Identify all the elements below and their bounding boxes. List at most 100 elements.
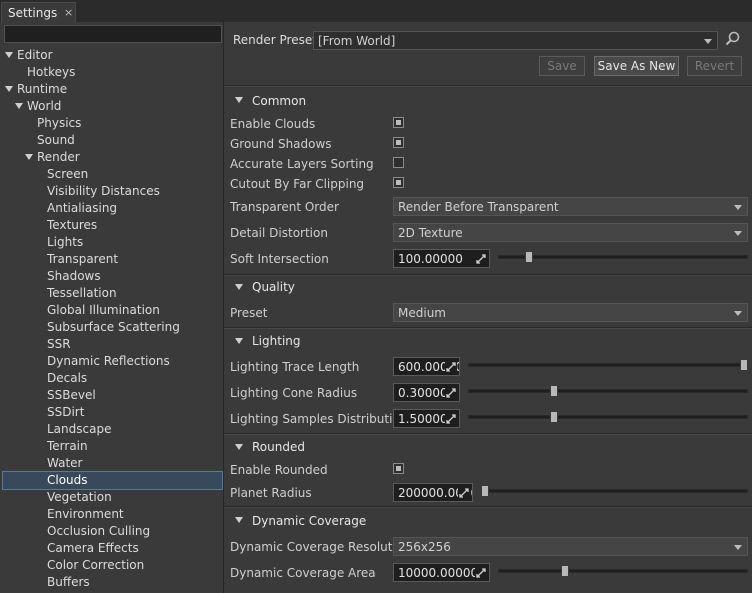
detail-distortion-combo[interactable]: 2D Texture — [393, 223, 748, 242]
tree-item[interactable]: Vegetation — [3, 489, 222, 506]
tree-item[interactable]: Transparent — [3, 251, 222, 268]
tree-item[interactable]: Editor — [3, 47, 222, 64]
enable-rounded-checkbox[interactable] — [393, 463, 404, 474]
drag-arrows-icon[interactable] — [445, 361, 457, 373]
transparent-order-combo[interactable]: Render Before Transparent — [393, 197, 748, 216]
drag-arrows-icon[interactable] — [475, 567, 487, 579]
chevron-down-icon[interactable] — [5, 85, 13, 92]
search-icon[interactable] — [724, 30, 742, 48]
lighting-trace-length-slider-thumb[interactable] — [740, 359, 748, 371]
lighting-cone-radius-slider-thumb[interactable] — [550, 385, 558, 397]
chevron-down-icon[interactable] — [5, 51, 13, 58]
tree-item[interactable]: Color Correction — [3, 557, 222, 574]
dynamic-coverage-resolution-combo[interactable]: 256x256 — [393, 537, 748, 556]
soft-intersection-slider-thumb[interactable] — [525, 251, 533, 263]
tree-item[interactable]: SSR — [3, 336, 222, 353]
tree-item[interactable]: Lights — [3, 234, 222, 251]
revert-button[interactable]: Revert — [687, 56, 742, 76]
tree-item-label: Color Correction — [47, 558, 145, 572]
tree-item[interactable]: Camera Effects — [3, 540, 222, 557]
tree-item[interactable]: Runtime — [3, 81, 222, 98]
tree-item[interactable]: Clouds — [2, 471, 223, 490]
tree-item[interactable]: World — [3, 98, 222, 115]
tree-item[interactable]: Shadows — [3, 268, 222, 285]
drag-arrows-icon[interactable] — [458, 487, 470, 499]
drag-arrows-icon[interactable] — [445, 387, 457, 399]
drag-arrows-icon[interactable] — [445, 413, 457, 425]
accurate-layers-sorting-checkbox[interactable] — [393, 157, 404, 168]
dynamic-coverage-area-slider-track[interactable] — [498, 569, 748, 573]
save-as-new-button[interactable]: Save As New — [594, 56, 679, 76]
expand-toggle[interactable] — [5, 47, 13, 64]
lighting-samples-distribution-slider-thumb[interactable] — [550, 411, 558, 423]
tree-item[interactable]: SSDirt — [3, 404, 222, 421]
quality-preset-label: Preset — [230, 306, 268, 320]
collapse-caret-icon[interactable] — [235, 284, 243, 290]
lighting-cone-radius-field[interactable]: 0.30000 — [393, 383, 460, 402]
section-quality-title[interactable]: Quality — [252, 280, 295, 294]
tree-item[interactable]: Antialiasing — [3, 200, 222, 217]
tree-item[interactable]: Render — [3, 149, 222, 166]
collapse-caret-icon[interactable] — [235, 97, 243, 103]
dynamic-coverage-area-label: Dynamic Coverage Area — [230, 566, 376, 580]
expand-toggle[interactable] — [25, 149, 33, 166]
tree-item-label: Decals — [47, 371, 88, 385]
tree-item[interactable]: Occlusion Culling — [3, 523, 222, 540]
tree-item[interactable]: Decals — [3, 370, 222, 387]
quality-preset-combo[interactable]: Medium — [393, 303, 748, 322]
expand-toggle[interactable] — [5, 81, 13, 98]
tree-item[interactable]: Dynamic Reflections — [3, 353, 222, 370]
lighting-cone-radius-label: Lighting Cone Radius — [230, 386, 358, 400]
cutout-by-far-clipping-checkbox[interactable] — [393, 177, 404, 188]
tree-item[interactable]: Physics — [3, 115, 222, 132]
lighting-samples-distribution-value: 1.50000 — [398, 412, 448, 426]
save-button[interactable]: Save — [539, 56, 585, 76]
soft-intersection-slider-track[interactable] — [498, 255, 748, 259]
lighting-trace-length-field[interactable]: 600.00000 — [393, 357, 460, 376]
section-lighting-title[interactable]: Lighting — [252, 334, 301, 348]
render-preset-combo[interactable]: [From World] — [313, 31, 718, 50]
tree-item[interactable]: Buffers — [3, 574, 222, 591]
planet-radius-slider-track[interactable] — [481, 489, 748, 493]
ground-shadows-checkbox[interactable] — [393, 137, 404, 148]
ground-shadows-label: Ground Shadows — [230, 137, 332, 151]
tree-item[interactable]: SSBevel — [3, 387, 222, 404]
tree-item[interactable]: Hotkeys — [3, 64, 222, 81]
tree-item[interactable]: Textures — [3, 217, 222, 234]
dynamic-coverage-area-field[interactable]: 10000.00000 — [393, 563, 490, 582]
tree-item[interactable]: Water — [3, 455, 222, 472]
chevron-down-icon — [734, 231, 742, 236]
tree-item[interactable]: Environment — [3, 506, 222, 523]
close-icon[interactable]: × — [64, 6, 73, 19]
chevron-down-icon[interactable] — [25, 153, 33, 160]
planet-radius-slider-thumb[interactable] — [481, 485, 489, 497]
tree-item[interactable]: Tessellation — [3, 285, 222, 302]
tree-item[interactable]: Visibility Distances — [3, 183, 222, 200]
collapse-caret-icon[interactable] — [235, 517, 243, 523]
planet-radius-field[interactable]: 200000.00000 — [393, 483, 473, 502]
soft-intersection-field[interactable]: 100.00000 — [393, 249, 490, 268]
dynamic-coverage-area-slider-thumb[interactable] — [561, 565, 569, 577]
lighting-samples-distribution-field[interactable]: 1.50000 — [393, 409, 460, 428]
chevron-down-icon[interactable] — [15, 102, 23, 109]
tab-settings[interactable]: Settings × — [1, 2, 76, 22]
drag-arrows-icon[interactable] — [475, 253, 487, 265]
tree-item-label: Occlusion Culling — [47, 524, 151, 538]
section-common-title[interactable]: Common — [252, 94, 306, 108]
tree-item[interactable]: Screen — [3, 166, 222, 183]
tree-item[interactable]: Terrain — [3, 438, 222, 455]
collapse-caret-icon[interactable] — [235, 338, 243, 344]
lighting-samples-distribution-slider-track[interactable] — [468, 415, 748, 419]
enable-clouds-checkbox[interactable] — [393, 117, 404, 128]
section-rounded-title[interactable]: Rounded — [252, 440, 305, 454]
tree-item[interactable]: Subsurface Scattering — [3, 319, 222, 336]
section-dynamic-coverage-title[interactable]: Dynamic Coverage — [252, 514, 366, 528]
lighting-trace-length-slider-track[interactable] — [468, 363, 748, 367]
expand-toggle[interactable] — [15, 98, 23, 115]
tree-search-input[interactable] — [4, 25, 222, 43]
tree-item[interactable]: Sound — [3, 132, 222, 149]
lighting-cone-radius-slider-track[interactable] — [468, 389, 748, 393]
tree-item[interactable]: Global Illumination — [3, 302, 222, 319]
collapse-caret-icon[interactable] — [235, 444, 243, 450]
tree-item[interactable]: Landscape — [3, 421, 222, 438]
